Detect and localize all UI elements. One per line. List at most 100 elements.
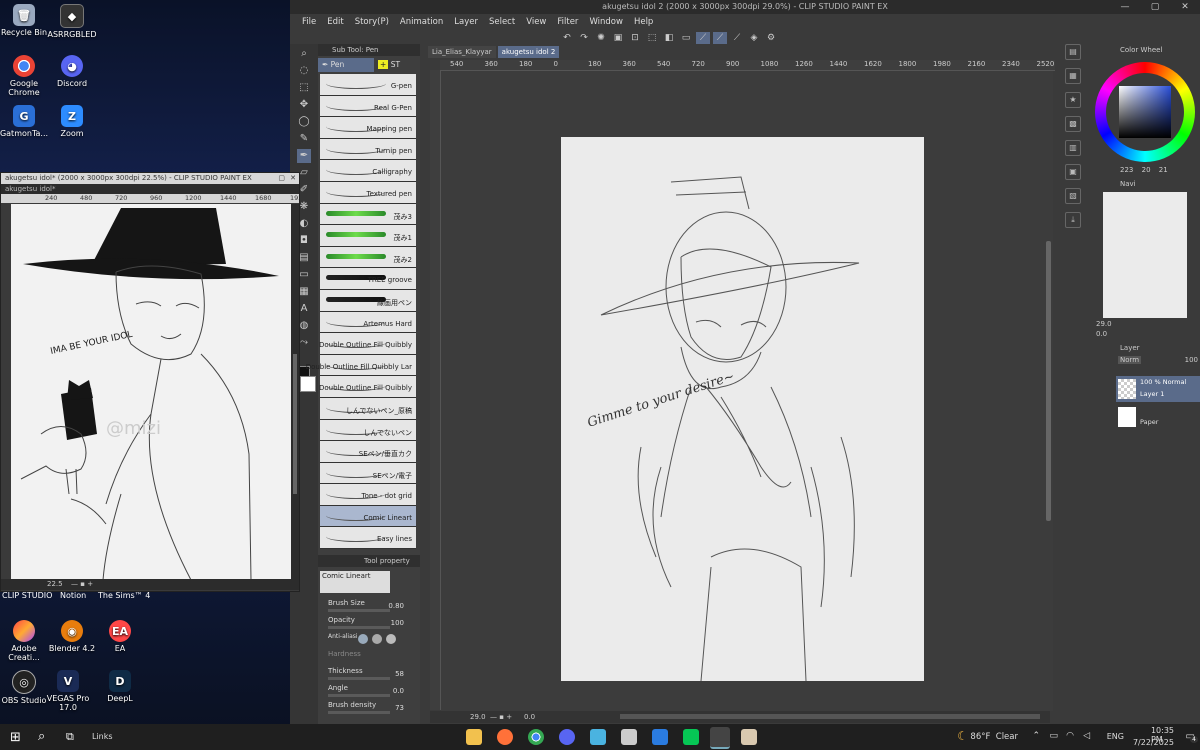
3d-icon[interactable]: ◈	[747, 32, 761, 44]
canvas-vertical-scrollbar[interactable]	[1046, 241, 1051, 521]
desktop-icon-vegas[interactable]: V VEGAS Pro 17.0	[40, 670, 96, 712]
tab-st[interactable]: + ST	[374, 58, 404, 72]
brush-item[interactable]: G-pen	[320, 74, 416, 96]
tab-lia-elias[interactable]: Lia_Elias_Klayyar	[428, 46, 496, 58]
brush-item[interactable]: SEペン/電子	[320, 462, 416, 485]
blend-mode-select[interactable]: Norm	[1118, 356, 1142, 364]
color-saturation-square[interactable]	[1119, 86, 1171, 138]
brush-item[interactable]: しんでないペン_原稿	[320, 397, 416, 420]
desktop-icon-asrrgbled[interactable]: ◆ ASRRGBLED	[44, 4, 100, 39]
zoom-tool-icon[interactable]: ⌕	[297, 47, 311, 61]
tab-akugetsu-idol-2[interactable]: akugetsu idol 2	[497, 46, 560, 58]
fill-icon[interactable]: ▣	[611, 32, 625, 44]
language-indicator[interactable]: ENG	[1107, 732, 1124, 741]
chrome-taskbar-icon[interactable]	[528, 729, 544, 745]
minimize-icon[interactable]: —	[1110, 0, 1140, 14]
hardness-row[interactable]: Hardness	[318, 648, 420, 665]
desktop-icon-discord[interactable]: ◕ Discord	[44, 55, 100, 88]
brush-item[interactable]: Tone - dot grid	[320, 484, 416, 506]
zoom-out-icon[interactable]: — ▪ +	[490, 711, 512, 723]
menu-view[interactable]: View	[526, 17, 546, 27]
snap-grid-icon[interactable]: ⟋	[713, 32, 727, 44]
saturation-value[interactable]: 20	[1142, 166, 1151, 174]
brush-item[interactable]: Easy lines	[320, 527, 416, 550]
brush-item[interactable]: Mapping pen	[320, 117, 416, 139]
pen-tool-icon[interactable]: ✒	[297, 149, 311, 163]
secondary-canvas[interactable]: IMA BE YOUR IDOL @mizi	[11, 204, 291, 581]
desktop-icon-clip-studio[interactable]: CLIP STUDIO	[2, 591, 52, 600]
menu-select[interactable]: Select	[489, 17, 515, 27]
brush-item[interactable]: Double Outline Fill Quibbly Lar	[306, 354, 416, 377]
value-value[interactable]: 21	[1159, 166, 1168, 174]
brush-item[interactable]: Comic Lineart	[320, 505, 416, 528]
undo-icon[interactable]: ↶	[560, 32, 574, 44]
brush-item[interactable]: 線画用ペン	[320, 289, 416, 312]
eyedropper-tool-icon[interactable]: ✎	[297, 132, 311, 146]
brush-item[interactable]: 茂み3	[320, 203, 416, 226]
move-tool-icon[interactable]: ✥	[297, 98, 311, 112]
brush-item[interactable]: しんでないペン	[320, 419, 416, 442]
desktop-icon-sims[interactable]: The Sims™ 4	[98, 591, 150, 600]
brush-item[interactable]: TREE groove	[320, 268, 416, 290]
brush-item[interactable]: Turnip pen	[320, 138, 416, 161]
auto-action-icon[interactable]: ▧	[1065, 188, 1081, 204]
thickness-row[interactable]: Thickness 58	[318, 665, 420, 682]
tray-overflow-icon[interactable]: ⌃	[1032, 731, 1040, 741]
weather-text[interactable]: 86°F Clear	[970, 732, 1018, 742]
firefox-icon[interactable]	[497, 729, 513, 745]
brush-item[interactable]: Double Outline Fill Quibbly	[319, 333, 416, 355]
material-icon[interactable]: ▤	[1065, 44, 1081, 60]
brush-item[interactable]: Double Outline Fill Quibbly	[319, 376, 416, 398]
network-icon[interactable]: ▭	[1049, 731, 1058, 741]
clear-icon[interactable]: ✺	[594, 32, 608, 44]
discord-taskbar-icon[interactable]	[559, 729, 575, 745]
angle-row[interactable]: Angle 0.0	[318, 682, 420, 699]
brush-item[interactable]: Real G-Pen	[320, 95, 416, 118]
redo-icon[interactable]: ↷	[577, 32, 591, 44]
clock-date[interactable]: 7/22/2025	[1133, 738, 1174, 747]
brush-density-row[interactable]: Brush density 73	[318, 699, 420, 716]
secondary-vertical-scrollbar[interactable]	[291, 204, 299, 579]
links-toolbar[interactable]: Links	[92, 732, 113, 741]
volume-icon[interactable]: ◁	[1083, 731, 1090, 741]
menu-edit[interactable]: Edit	[327, 17, 343, 27]
clear-selection-icon[interactable]: ▭	[679, 32, 693, 44]
desktop-icon-deepl[interactable]: D DeepL	[92, 670, 148, 703]
clip-studio-taskbar-icon[interactable]	[710, 727, 730, 749]
menu-filter[interactable]: Filter	[557, 17, 578, 27]
wifi-icon[interactable]: ◠	[1066, 731, 1074, 741]
layer-property-icon[interactable]: ▣	[1065, 164, 1081, 180]
photo-thumbnail-icon[interactable]	[741, 729, 757, 745]
secondary-window-tab[interactable]: akugetsu idol*	[1, 184, 299, 194]
brush-item[interactable]: 茂み1	[320, 225, 416, 247]
lasso-tool-icon[interactable]: ◌	[297, 64, 311, 78]
navigator-rotation[interactable]: 0.0	[1096, 330, 1200, 338]
menu-window[interactable]: Window	[589, 17, 623, 27]
sub-color-swatch[interactable]	[300, 376, 316, 392]
task-view-icon[interactable]: ⧉	[66, 730, 74, 744]
anti-alias-icon[interactable]	[372, 634, 382, 644]
app-taskbar-icon[interactable]	[621, 729, 637, 745]
maximize-icon[interactable]: ▢	[278, 173, 285, 184]
anti-alias-row[interactable]: Anti-aliasi	[318, 631, 420, 648]
history-icon[interactable]: ▥	[1065, 140, 1081, 156]
layer-row[interactable]: Paper	[1116, 404, 1200, 430]
windows-start-icon[interactable]: ⊞	[10, 730, 21, 745]
menu-animation[interactable]: Animation	[400, 17, 443, 27]
brush-item[interactable]: Textured pen	[320, 181, 416, 204]
desktop-icon-zoom[interactable]: Z Zoom	[44, 105, 100, 138]
lasso-fill-icon[interactable]: ◯	[297, 115, 311, 129]
close-icon[interactable]: ✕	[290, 173, 296, 184]
hue-value[interactable]: 223	[1120, 166, 1133, 174]
line-icon[interactable]	[683, 729, 699, 745]
download-icon[interactable]: ⤓	[1065, 212, 1081, 228]
anti-alias-icon[interactable]	[386, 634, 396, 644]
file-explorer-icon[interactable]	[466, 729, 482, 745]
tab-pen[interactable]: ✒ Pen	[318, 58, 374, 72]
secondary-zoom-value[interactable]: 22.5	[47, 579, 63, 590]
rotation-value[interactable]: 0.0	[524, 711, 535, 723]
menu-help[interactable]: Help	[634, 17, 653, 27]
item-bank-icon[interactable]: ▦	[1065, 68, 1081, 84]
canvas-viewport[interactable]: Gimme to your desire~	[441, 71, 1053, 711]
selection-tool-icon[interactable]: ⬚	[297, 81, 311, 95]
